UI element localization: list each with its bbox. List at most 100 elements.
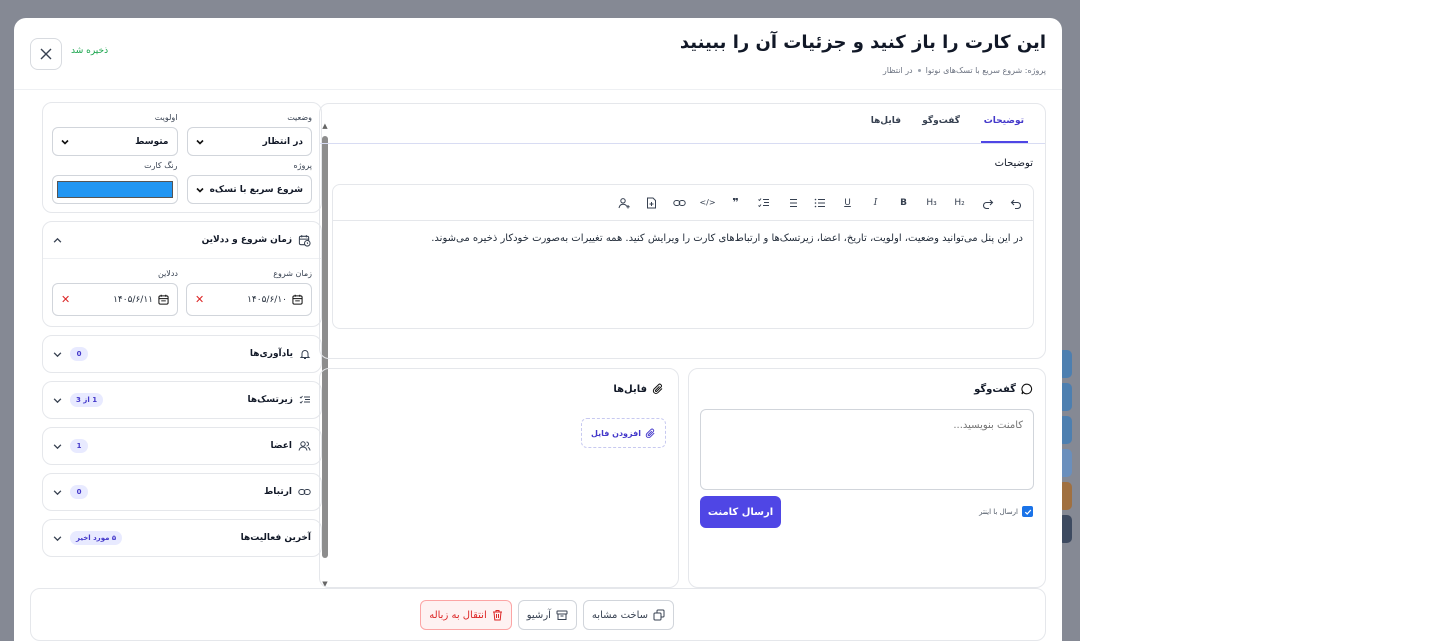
status-value: در انتظار <box>262 136 303 147</box>
heading3-icon[interactable]: H₃ <box>924 195 939 210</box>
underline-icon[interactable]: U <box>840 195 855 210</box>
task-list-icon[interactable] <box>756 195 771 210</box>
schedule-title: زمان شروع و ددلاین <box>201 235 292 245</box>
deadline-value: ۱۴۰۵/۶/۱۱ <box>113 294 153 305</box>
start-date-label: زمان شروع <box>273 269 312 278</box>
schedule-header[interactable]: زمان شروع و ددلاین <box>43 222 321 258</box>
modal-title: این کارت را باز کنید و جزئیات آن را ببین… <box>679 32 1046 53</box>
status-label: وضعیت <box>287 113 312 122</box>
subtasks-header[interactable]: زیرتسک‌ها 1 از 3 <box>43 382 321 418</box>
deadline-field: ددلاین ۱۴۰۵/۶/۱۱ ✕ <box>52 269 178 316</box>
priority-value: متوسط <box>135 136 169 147</box>
send-with-enter-option[interactable]: ارسال با اینتر <box>979 506 1033 517</box>
properties-card: وضعیت در انتظار اولویت متوسط پروژه شروع … <box>42 102 322 213</box>
reminders-header[interactable]: یادآوری‌ها 0 <box>43 336 321 372</box>
clear-start-date-icon[interactable]: ✕ <box>195 293 204 306</box>
links-header[interactable]: ارتباط 0 <box>43 474 321 510</box>
numbered-list-icon[interactable]: 123 <box>784 195 799 210</box>
members-header[interactable]: اعضا 1 <box>43 428 321 464</box>
undo-icon[interactable] <box>1008 195 1023 210</box>
links-title: ارتباط <box>263 487 292 497</box>
activity-count-badge: ۵ مورد اخیر <box>70 531 123 545</box>
trash-icon <box>492 610 502 621</box>
description-text[interactable]: در این پنل می‌توانید وضعیت، اولویت، تاری… <box>431 233 1023 244</box>
files-header: فایل‌ها <box>613 383 664 395</box>
code-icon[interactable]: </> <box>699 195 715 210</box>
bell-icon <box>299 350 311 359</box>
links-card: ارتباط 0 <box>42 473 322 511</box>
close-button[interactable] <box>30 38 62 70</box>
activity-card: آخرین فعالیت‌ها ۵ مورد اخیر <box>42 519 322 557</box>
deadline-input[interactable]: ۱۴۰۵/۶/۱۱ ✕ <box>52 283 178 316</box>
comments-title: گفت‌وگو <box>974 383 1016 395</box>
tab-description[interactable]: توضیحات <box>984 116 1024 126</box>
description-editor[interactable]: H₂ H₃ B I U 123 ❞ </> در این پنل می‌توان… <box>332 184 1034 329</box>
send-comment-button[interactable]: ارسال کامنت <box>700 496 781 528</box>
copy-icon <box>653 609 665 621</box>
archive-label: آرشیو <box>526 609 551 621</box>
move-to-trash-button[interactable]: انتقال به زباله <box>420 600 512 630</box>
archive-icon <box>556 610 568 620</box>
status-select[interactable]: در انتظار <box>186 127 312 156</box>
activity-header[interactable]: آخرین فعالیت‌ها ۵ مورد اخیر <box>43 520 321 556</box>
comment-input[interactable] <box>700 409 1034 490</box>
bold-icon[interactable]: B <box>896 195 911 210</box>
saved-indicator: ذخیره شد <box>71 46 109 56</box>
subtasks-count-badge: 1 از 3 <box>70 393 104 407</box>
close-icon <box>40 48 52 60</box>
italic-icon[interactable]: I <box>868 195 883 210</box>
duplicate-label: ساخت مشابه <box>591 609 648 621</box>
tab-chat[interactable]: گفت‌وگو <box>922 116 960 126</box>
archive-button[interactable]: آرشیو <box>517 600 577 630</box>
clear-deadline-icon[interactable]: ✕ <box>61 293 70 306</box>
priority-label: اولویت <box>154 113 178 122</box>
subtasks-card: زیرتسک‌ها 1 از 3 <box>42 381 322 419</box>
color-swatch <box>57 181 173 198</box>
bullet-list-icon[interactable] <box>812 195 827 210</box>
send-with-enter-checkbox[interactable] <box>1022 506 1033 517</box>
heading2-icon[interactable]: H₂ <box>952 195 967 210</box>
chevron-down-icon <box>195 187 204 193</box>
editor-toolbar: H₂ H₃ B I U 123 ❞ </> <box>333 185 1033 221</box>
quote-icon[interactable]: ❞ <box>728 195 743 210</box>
status-field: وضعیت در انتظار <box>186 113 312 156</box>
project-select[interactable]: شروع سریع با تسک‌ه <box>186 175 312 204</box>
calendar-clock-icon <box>298 234 311 247</box>
active-tab-indicator <box>981 141 1028 143</box>
send-with-enter-label: ارسال با اینتر <box>979 507 1018 516</box>
link-icon <box>298 489 311 495</box>
color-picker[interactable] <box>52 175 178 204</box>
color-label: رنگ کارت <box>144 161 178 170</box>
reminders-count-badge: 0 <box>70 347 88 361</box>
chevron-down-icon <box>53 443 62 449</box>
project-label: پروژه <box>293 161 312 170</box>
users-icon <box>298 441 311 451</box>
project-field: پروژه شروع سریع با تسک‌ه <box>186 161 312 204</box>
link-icon[interactable] <box>672 195 687 210</box>
redo-icon[interactable] <box>980 195 995 210</box>
reminders-card: یادآوری‌ها 0 <box>42 335 322 373</box>
description-panel: توضیحات گفت‌وگو فایل‌ها توضیحات H₂ H₃ B … <box>319 103 1046 359</box>
schedule-body: زمان شروع ۱۴۰۵/۶/۱۰ ✕ ددلاین ۱۴۰۵/۶/۱۱ ✕ <box>43 258 321 326</box>
paperclip-icon <box>652 383 663 394</box>
properties-sidebar[interactable]: وضعیت در انتظار اولویت متوسط پروژه شروع … <box>42 102 322 580</box>
start-date-input[interactable]: ۱۴۰۵/۶/۱۰ ✕ <box>186 283 312 316</box>
breadcrumb-project[interactable]: پروژه: شروع سریع با تسک‌های نوتوا <box>926 66 1046 75</box>
project-value: شروع سریع با تسک‌ه <box>209 184 303 195</box>
start-date-field: زمان شروع ۱۴۰۵/۶/۱۰ ✕ <box>186 269 312 316</box>
chevron-down-icon <box>195 139 204 145</box>
mention-user-icon[interactable] <box>616 195 631 210</box>
chevron-down-icon <box>53 397 62 403</box>
checklist-icon <box>299 395 310 404</box>
file-upload-icon[interactable] <box>644 195 659 210</box>
priority-select[interactable]: متوسط <box>52 127 178 156</box>
duplicate-button[interactable]: ساخت مشابه <box>582 600 674 630</box>
color-field: رنگ کارت <box>52 161 178 204</box>
tab-files[interactable]: فایل‌ها <box>871 116 901 126</box>
add-file-button[interactable]: افزودن فایل <box>580 418 666 448</box>
tab-bar: توضیحات گفت‌وگو فایل‌ها <box>320 104 1045 144</box>
checkmark-icon <box>1024 509 1031 515</box>
card-detail-modal: این کارت را باز کنید و جزئیات آن را ببین… <box>14 18 1062 641</box>
chevron-down-icon <box>53 351 62 357</box>
description-section-title: توضیحات <box>994 158 1033 169</box>
